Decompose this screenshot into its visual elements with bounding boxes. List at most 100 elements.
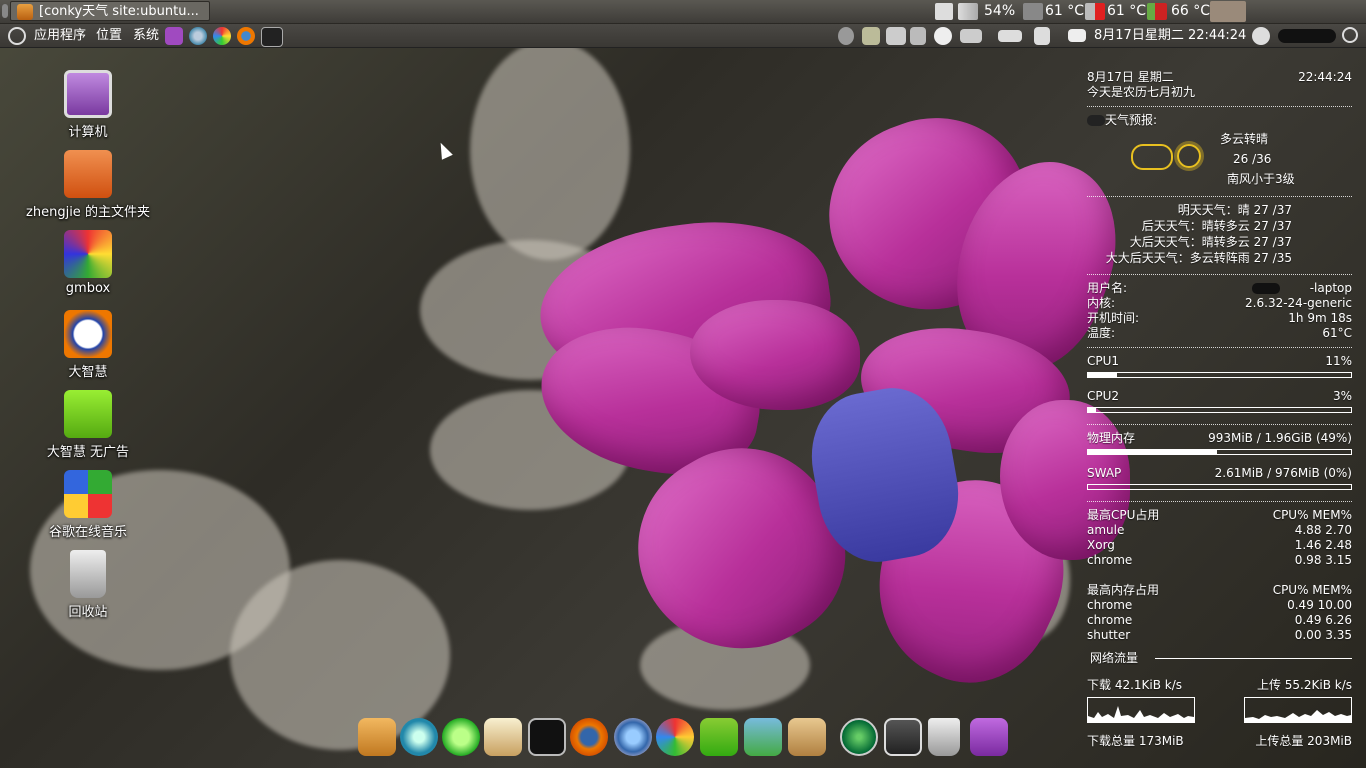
desktop-icon-label: 大智慧 无广告 bbox=[46, 445, 130, 460]
ram-value: 993MiB / 1.96GiB (49%) bbox=[1208, 431, 1352, 445]
bar-fill bbox=[1088, 408, 1096, 412]
mail-icon[interactable] bbox=[1068, 29, 1086, 42]
menu-applications[interactable]: 应用程序 bbox=[34, 27, 86, 44]
divider bbox=[1087, 501, 1352, 502]
web-apps-icon[interactable] bbox=[744, 718, 782, 756]
top-mem-val: 0.00 3.35 bbox=[1294, 628, 1352, 642]
sys-key-user: 用户名: bbox=[1087, 281, 1128, 295]
top-mem-proc: chrome bbox=[1087, 598, 1133, 612]
desktop-icon-label: 计算机 bbox=[68, 125, 108, 140]
media-player-icon[interactable] bbox=[442, 718, 480, 756]
radar-icon[interactable] bbox=[840, 718, 878, 756]
picasa-icon[interactable] bbox=[656, 718, 694, 756]
picasa-launcher-icon[interactable] bbox=[213, 27, 231, 45]
forecast-day-4: 大大后天天气：多云转阵雨 27 /35 bbox=[1105, 251, 1292, 265]
keyboard-icon[interactable] bbox=[960, 29, 982, 43]
cpu2-value: 3% bbox=[1332, 389, 1352, 403]
desktop-icon-dzh[interactable]: 大智慧 bbox=[23, 310, 153, 380]
bar-fill bbox=[1088, 450, 1217, 454]
conky-lunar-date: 今天是农历七月初九 bbox=[1087, 85, 1196, 99]
remote-desktop-icon[interactable] bbox=[884, 718, 922, 756]
download-graph bbox=[1087, 697, 1195, 723]
desktop-icon-trash[interactable]: 回收站 bbox=[23, 550, 153, 620]
temp-gauge-icon[interactable] bbox=[1085, 3, 1105, 20]
dropbox-tray-icon[interactable] bbox=[838, 27, 854, 45]
show-desktop-icon[interactable] bbox=[2, 4, 8, 18]
gmbox-icon bbox=[64, 230, 112, 278]
today-weather-desc: 多云转晴 bbox=[1220, 132, 1269, 146]
divider bbox=[1087, 274, 1352, 275]
chromium-launcher-icon[interactable] bbox=[189, 27, 207, 45]
today-wind: 南风小于3级 bbox=[1227, 172, 1295, 186]
desktop-icon-label: gmbox bbox=[65, 281, 111, 296]
terminal-launcher-icon[interactable] bbox=[261, 27, 283, 47]
desktop-icon-home[interactable]: zhengjie 的主文件夹 bbox=[23, 150, 153, 220]
panel-clock[interactable]: 8月17日星期二 22:44:24 bbox=[1094, 27, 1246, 44]
forecast-day-2: 后天天气：晴转多云 27 /37 bbox=[1141, 219, 1292, 233]
top-cpu-proc: amule bbox=[1087, 523, 1125, 537]
dictionary-icon[interactable] bbox=[484, 718, 522, 756]
conky-panel: 8月17日 星期二 22:44:24 今天是农历七月初九 天气预报: 多云转晴 2… bbox=[1087, 70, 1352, 749]
cpu-temp-icon[interactable] bbox=[1023, 3, 1043, 20]
top-panel: [conky天气 site:ubuntu... 54% 61 °C 61 °C … bbox=[0, 0, 1366, 24]
anchor-icon[interactable] bbox=[358, 718, 396, 756]
upload-total: 上传总量 203MiB bbox=[1255, 734, 1352, 748]
cpu1-label: CPU1 bbox=[1087, 354, 1120, 368]
terminal-tray-icon[interactable] bbox=[935, 3, 953, 20]
volume-icon[interactable] bbox=[1034, 27, 1050, 45]
network-title-rule bbox=[1155, 658, 1352, 659]
transfer-arrows-icon[interactable] bbox=[910, 27, 926, 45]
network-tray-icon[interactable] bbox=[862, 27, 880, 45]
chromium-icon[interactable] bbox=[614, 718, 652, 756]
top-cpu-title: 最高CPU占用 bbox=[1087, 508, 1160, 522]
sun-weather-icon bbox=[1177, 144, 1201, 168]
forecast-day-3: 大后天天气：晴转多云 27 /37 bbox=[1129, 235, 1292, 249]
upload-speed: 上传 55.2KiB k/s bbox=[1256, 678, 1352, 692]
screen-icon[interactable] bbox=[970, 718, 1008, 756]
ubuntu-logo-icon[interactable] bbox=[8, 27, 26, 45]
dzh-noad-icon bbox=[64, 390, 112, 438]
desktop-icon-label: 回收站 bbox=[68, 605, 108, 620]
conky-time: 22:44:24 bbox=[1298, 70, 1352, 84]
software-center-icon[interactable] bbox=[700, 718, 738, 756]
menu-places[interactable]: 位置 bbox=[96, 27, 122, 44]
power-icon[interactable] bbox=[1342, 27, 1358, 43]
battery-indicator-icon[interactable] bbox=[998, 30, 1022, 42]
desktop-icon-dzh-noad[interactable]: 大智慧 无广告 bbox=[23, 390, 153, 460]
quit-app-icon[interactable] bbox=[1252, 27, 1270, 45]
trash-icon[interactable] bbox=[928, 718, 960, 756]
archive-icon[interactable] bbox=[788, 718, 826, 756]
firefox-icon[interactable] bbox=[570, 718, 608, 756]
desktop-icon-gmbox[interactable]: gmbox bbox=[23, 230, 153, 296]
desktop-icon-computer[interactable]: 计算机 bbox=[23, 70, 153, 140]
network-title: 网络流量 bbox=[1090, 651, 1139, 665]
top-cpu-val: 1.46 2.48 bbox=[1294, 538, 1352, 552]
dzh-icon bbox=[64, 310, 112, 358]
cpu2-label: CPU2 bbox=[1087, 389, 1120, 403]
user-name-redacted[interactable] bbox=[1278, 29, 1336, 43]
terminal-icon[interactable] bbox=[528, 718, 566, 756]
desktop-icon-google-music[interactable]: 谷歌在线音乐 bbox=[23, 470, 153, 540]
desktop-icon-label: 谷歌在线音乐 bbox=[48, 525, 127, 540]
panel-applet-box[interactable] bbox=[1210, 1, 1246, 22]
firefox-launcher-icon[interactable] bbox=[237, 27, 255, 45]
ram-bar bbox=[1087, 449, 1352, 455]
taskbar-window-button[interactable]: [conky天气 site:ubuntu... bbox=[10, 1, 210, 21]
temp-reading-2: 61 °C bbox=[1107, 3, 1147, 19]
temp-reading-1: 61 °C bbox=[1045, 3, 1085, 19]
hdd-temp-icon[interactable] bbox=[1147, 3, 1167, 20]
screen-launcher-icon[interactable] bbox=[165, 27, 183, 45]
trash-icon bbox=[70, 550, 106, 598]
divider bbox=[1087, 424, 1352, 425]
google-music-icon bbox=[64, 470, 112, 518]
battery-icon[interactable] bbox=[958, 3, 978, 20]
top-mem-val: 0.49 6.26 bbox=[1294, 613, 1352, 627]
computer-icon bbox=[64, 70, 112, 118]
sys-key-kernel: 内核: bbox=[1087, 296, 1116, 310]
brightness-icon[interactable] bbox=[934, 27, 952, 45]
display-tray-icon[interactable] bbox=[886, 27, 906, 45]
battery-percent: 54% bbox=[984, 3, 1016, 19]
blender-icon[interactable] bbox=[400, 718, 438, 756]
menu-system[interactable]: 系统 bbox=[133, 27, 159, 44]
top-cpu-val: 0.98 3.15 bbox=[1294, 553, 1352, 567]
